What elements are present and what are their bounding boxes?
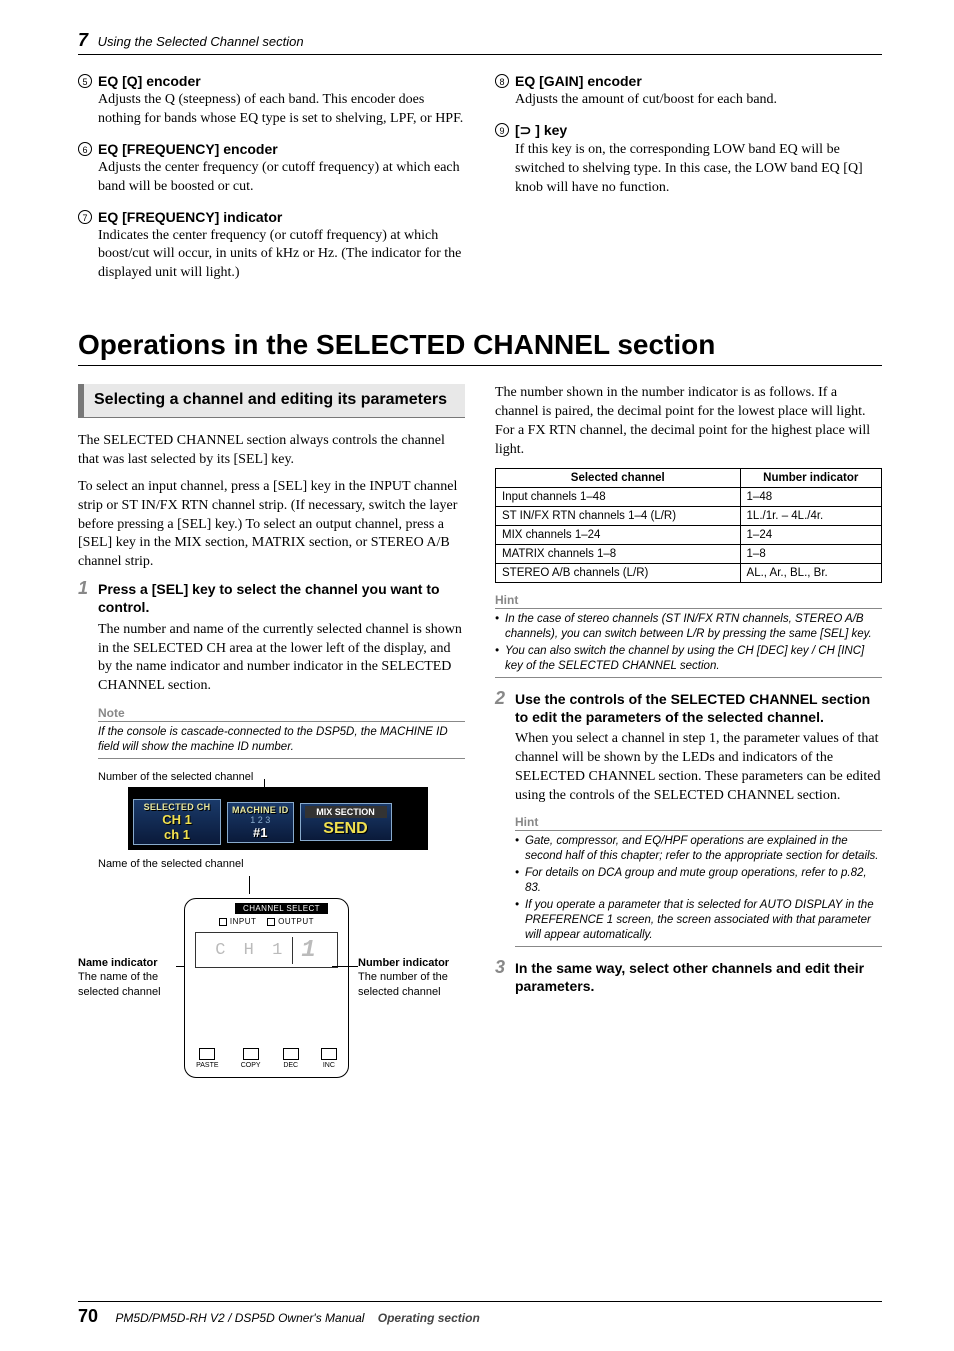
title-suffix: ] key bbox=[531, 122, 567, 138]
inc-key: INC bbox=[321, 1048, 337, 1069]
panel-diagram: Name indicator The name of the selected … bbox=[78, 898, 465, 1098]
item-6: 6 EQ [FREQUENCY] encoder Adjusts the cen… bbox=[78, 141, 465, 197]
io-row: INPUT OUTPUT bbox=[185, 917, 348, 926]
step-number: 2 bbox=[495, 688, 505, 709]
step-title: In the same way, select other channels a… bbox=[515, 959, 882, 995]
table-row: ST IN/FX RTN channels 1–4 (L/R)1L./1r. –… bbox=[496, 506, 882, 525]
item-title: [⊃ ] key bbox=[515, 122, 882, 139]
caption-bottom: Name of the selected channel bbox=[98, 858, 465, 870]
hint-label: Hint bbox=[495, 593, 882, 609]
panel-title: CHANNEL SELECT bbox=[235, 903, 328, 914]
channel-select-panel: CHANNEL SELECT INPUT OUTPUT C H 1 1 PAST… bbox=[184, 898, 349, 1078]
circled-number-icon: 6 bbox=[78, 142, 92, 156]
item-9: 9 [⊃ ] key If this key is on, the corres… bbox=[495, 122, 882, 198]
hint-item: For details on DCA group and mute group … bbox=[515, 866, 882, 896]
item-body: Adjusts the amount of cut/boost for each… bbox=[515, 91, 882, 110]
circled-number-icon: 7 bbox=[78, 210, 92, 224]
step-3: 3 In the same way, select other channels… bbox=[495, 959, 882, 995]
lcd-mix-section: MIX SECTION SEND bbox=[300, 803, 392, 841]
dec-key: DEC bbox=[283, 1048, 299, 1069]
table-header: Number indicator bbox=[740, 468, 881, 487]
hint-item: You can also switch the channel by using… bbox=[495, 644, 882, 674]
number-indicator-table: Selected channel Number indicator Input … bbox=[495, 468, 882, 583]
item-title: EQ [FREQUENCY] indicator bbox=[98, 209, 465, 225]
step-title: Press a [SEL] key to select the channel … bbox=[98, 580, 465, 616]
main-columns: Selecting a channel and editing its para… bbox=[78, 384, 882, 1098]
lcd-machine-id: MACHINE ID 1 2 3 #1 bbox=[227, 802, 294, 843]
hint-item: Gate, compressor, and EQ/HPF operations … bbox=[515, 834, 882, 864]
hint-item: In the case of stereo channels (ST IN/FX… bbox=[495, 612, 882, 642]
intro-para-2: To select an input channel, press a [SEL… bbox=[78, 478, 465, 572]
item-body: Adjusts the Q (steepness) of each band. … bbox=[98, 91, 465, 129]
chapter-title: Using the Selected Channel section bbox=[98, 34, 304, 49]
shelving-icon: ⊃ bbox=[520, 122, 532, 138]
circled-number-icon: 9 bbox=[495, 123, 509, 137]
rcol-intro: The number shown in the number indicator… bbox=[495, 384, 882, 460]
step-body: When you select a channel in step 1, the… bbox=[515, 730, 882, 806]
hint-label: Hint bbox=[515, 815, 882, 831]
hint-box-1: Hint In the case of stereo channels (ST … bbox=[495, 593, 882, 678]
copy-key: COPY bbox=[241, 1048, 261, 1069]
lcd-screenshot: SELECTED CH CH 1 ch 1 MACHINE ID 1 2 3 #… bbox=[128, 787, 428, 850]
item-title: EQ [FREQUENCY] encoder bbox=[98, 141, 465, 157]
table-header: Selected channel bbox=[496, 468, 741, 487]
paste-key: PASTE bbox=[196, 1048, 218, 1069]
hint-box-2: Hint Gate, compressor, and EQ/HPF operat… bbox=[495, 815, 882, 947]
note-label: Note bbox=[98, 706, 465, 722]
note-body: If the console is cascade-connected to t… bbox=[98, 725, 465, 755]
item-title: EQ [Q] encoder bbox=[98, 73, 465, 89]
table-row: STEREO A/B channels (L/R)AL., Ar., BL., … bbox=[496, 563, 882, 582]
caption-top: Number of the selected channel bbox=[98, 771, 465, 783]
leader-line bbox=[332, 966, 358, 967]
item-7: 7 EQ [FREQUENCY] indicator Indicates the… bbox=[78, 209, 465, 284]
lcd-selected-ch: SELECTED CH CH 1 ch 1 bbox=[133, 799, 221, 845]
note-box: Note If the console is cascade-connected… bbox=[78, 706, 465, 759]
circled-number-icon: 5 bbox=[78, 74, 92, 88]
name-indicator-label: Name indicator The name of the selected … bbox=[78, 956, 176, 999]
table-row: Input channels 1–481–48 bbox=[496, 487, 882, 506]
page-footer: 70 PM5D/PM5D-RH V2 / DSP5D Owner's Manua… bbox=[78, 1301, 882, 1327]
table-row: MATRIX channels 1–81–8 bbox=[496, 544, 882, 563]
section-heading: Operations in the SELECTED CHANNEL secti… bbox=[78, 329, 882, 366]
step-title: Use the controls of the SELECTED CHANNEL… bbox=[515, 690, 882, 726]
step-2: 2 Use the controls of the SELECTED CHANN… bbox=[495, 690, 882, 806]
step-1: 1 Press a [SEL] key to select the channe… bbox=[78, 580, 465, 696]
section-label: Operating section bbox=[378, 1311, 480, 1325]
chapter-number: 7 bbox=[78, 30, 88, 50]
item-body: If this key is on, the corresponding LOW… bbox=[515, 141, 882, 198]
circled-number-icon: 8 bbox=[495, 74, 509, 88]
step-body: The number and name of the currently sel… bbox=[98, 621, 465, 697]
item-8: 8 EQ [GAIN] encoder Adjusts the amount o… bbox=[495, 73, 882, 110]
channel-display: C H 1 1 bbox=[195, 932, 338, 968]
running-head: 7 Using the Selected Channel section bbox=[78, 30, 882, 55]
table-row: MIX channels 1–241–24 bbox=[496, 525, 882, 544]
hint-item: If you operate a parameter that is selec… bbox=[515, 898, 882, 943]
subsection-heading: Selecting a channel and editing its para… bbox=[78, 384, 465, 418]
top-columns: 5 EQ [Q] encoder Adjusts the Q (steepnes… bbox=[78, 73, 882, 295]
page-number: 70 bbox=[78, 1306, 98, 1326]
item-body: Indicates the center frequency (or cutof… bbox=[98, 227, 465, 284]
intro-para-1: The SELECTED CHANNEL section always cont… bbox=[78, 432, 465, 470]
step-number: 1 bbox=[78, 578, 88, 599]
number-indicator-label: Number indicator The number of the selec… bbox=[358, 956, 468, 999]
item-body: Adjusts the center frequency (or cutoff … bbox=[98, 159, 465, 197]
step-number: 3 bbox=[495, 957, 505, 978]
item-5: 5 EQ [Q] encoder Adjusts the Q (steepnes… bbox=[78, 73, 465, 129]
item-title: EQ [GAIN] encoder bbox=[515, 73, 882, 89]
doc-title: PM5D/PM5D-RH V2 / DSP5D Owner's Manual bbox=[115, 1311, 364, 1325]
